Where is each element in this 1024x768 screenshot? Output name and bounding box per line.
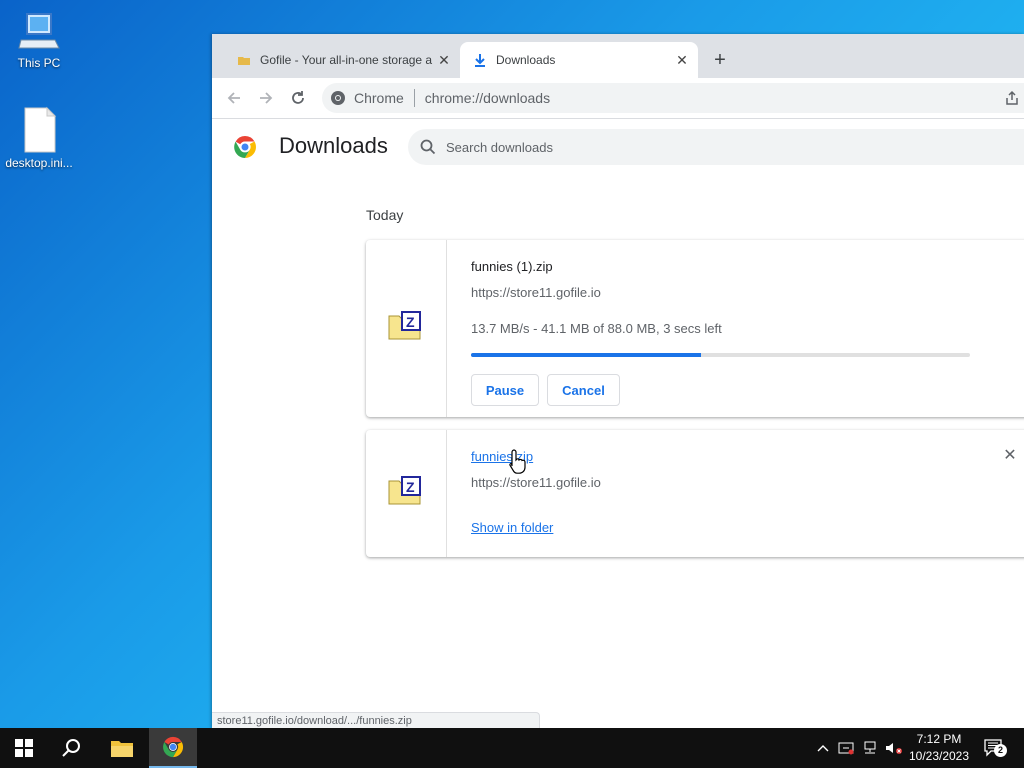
file-explorer-button[interactable] — [98, 728, 146, 768]
download-progress-fill — [471, 353, 701, 357]
address-bar[interactable]: Chrome chrome://downloads — [322, 83, 1024, 113]
new-tab-plus-icon[interactable]: + — [708, 48, 732, 72]
close-tab-icon[interactable]: ✕ — [672, 50, 692, 70]
download-status: 13.7 MB/s - 41.1 MB of 88.0 MB, 3 secs l… — [471, 321, 722, 336]
network-icon[interactable] — [860, 728, 880, 768]
file-name: funnies (1).zip — [471, 259, 553, 274]
share-icon[interactable] — [1000, 86, 1024, 110]
zip-file-icon: Z — [388, 311, 421, 340]
windows-logo-icon — [15, 739, 33, 757]
remove-item-icon[interactable]: ✕ — [1000, 445, 1020, 465]
downloads-header: Downloads Search downloads — [212, 119, 1024, 175]
desktop-icon-label: desktop.ini... — [5, 156, 73, 170]
tab-strip: Gofile - Your all-in-one storage a ✕ Dow… — [212, 34, 1024, 78]
show-in-folder-link[interactable]: Show in folder — [471, 520, 553, 535]
chrome-chip: Chrome — [322, 90, 404, 106]
search-placeholder: Search downloads — [446, 139, 553, 155]
tab-gofile[interactable]: Gofile - Your all-in-one storage a ✕ — [224, 42, 460, 78]
folder-icon — [111, 741, 133, 757]
file-icon-column: Z — [366, 240, 447, 417]
omnibox-separator — [413, 89, 415, 107]
url-text: chrome://downloads — [424, 90, 551, 106]
start-button[interactable] — [0, 728, 48, 768]
gofile-favicon-icon — [236, 52, 252, 68]
security-tray-icon[interactable] — [836, 728, 856, 768]
desktop-icon-this-pc[interactable]: This PC — [1, 10, 77, 70]
downloads-page: Downloads Search downloads Today Z funni… — [212, 119, 1024, 728]
desktop-icon-desktop-ini[interactable]: desktop.ini... — [1, 106, 77, 170]
volume-muted-icon[interactable] — [884, 728, 904, 768]
section-date-heading: Today — [366, 207, 404, 223]
toolbar: Chrome chrome://downloads — [212, 78, 1024, 119]
desktop-icon-label: This PC — [17, 56, 61, 70]
tab-downloads[interactable]: Downloads ✕ — [460, 42, 698, 78]
tab-title: Downloads — [496, 53, 556, 67]
search-icon — [420, 139, 436, 155]
file-icon — [24, 106, 57, 153]
file-source-url: https://store11.gofile.io — [471, 475, 601, 490]
download-item-funnies: Z funnies.zip https://store11.gofile.io … — [366, 430, 1024, 557]
back-arrow-icon[interactable] — [222, 86, 246, 110]
clock-date: 10/23/2023 — [908, 749, 970, 763]
notification-count-badge: 2 — [994, 744, 1007, 757]
show-hidden-icons-chevron-up-icon[interactable] — [814, 728, 832, 768]
tab-title: Gofile - Your all-in-one storage a — [260, 53, 433, 67]
chrome-logo-icon — [234, 136, 256, 158]
download-item-funnies-1: Z funnies (1).zip https://store11.gofile… — [366, 240, 1024, 417]
file-icon-column: Z — [366, 430, 447, 557]
page-title: Downloads — [279, 133, 388, 158]
system-clock[interactable]: 7:12 PM 10/23/2023 — [902, 731, 976, 765]
action-center-button[interactable]: 2 — [980, 728, 1008, 768]
chrome-window: Gofile - Your all-in-one storage a ✕ Dow… — [212, 34, 1024, 728]
computer-icon — [18, 13, 60, 49]
search-button[interactable] — [48, 728, 96, 768]
forward-arrow-icon[interactable] — [254, 86, 278, 110]
svg-text:Z: Z — [406, 479, 415, 495]
chip-label: Chrome — [354, 90, 404, 106]
search-icon — [62, 739, 80, 757]
reload-icon[interactable] — [286, 86, 310, 110]
download-favicon-icon — [472, 52, 488, 68]
cancel-button[interactable]: Cancel — [547, 374, 620, 406]
file-source-url: https://store11.gofile.io — [471, 285, 601, 300]
taskbar: 7:12 PM 10/23/2023 2 — [0, 728, 1024, 768]
zip-file-icon: Z — [388, 476, 421, 505]
link-status-bubble: store11.gofile.io/download/.../funnies.z… — [212, 712, 540, 728]
pause-button[interactable]: Pause — [471, 374, 539, 406]
chrome-taskbar-button[interactable] — [149, 728, 197, 768]
chrome-logo-icon — [163, 736, 184, 758]
chrome-logo-icon — [331, 91, 345, 105]
svg-text:Z: Z — [406, 314, 415, 330]
hand-cursor-icon — [509, 449, 526, 474]
download-progress-bar — [471, 353, 970, 357]
close-tab-icon[interactable]: ✕ — [434, 50, 454, 70]
search-downloads-input[interactable]: Search downloads — [408, 129, 1024, 165]
clock-time: 7:12 PM — [916, 732, 962, 746]
